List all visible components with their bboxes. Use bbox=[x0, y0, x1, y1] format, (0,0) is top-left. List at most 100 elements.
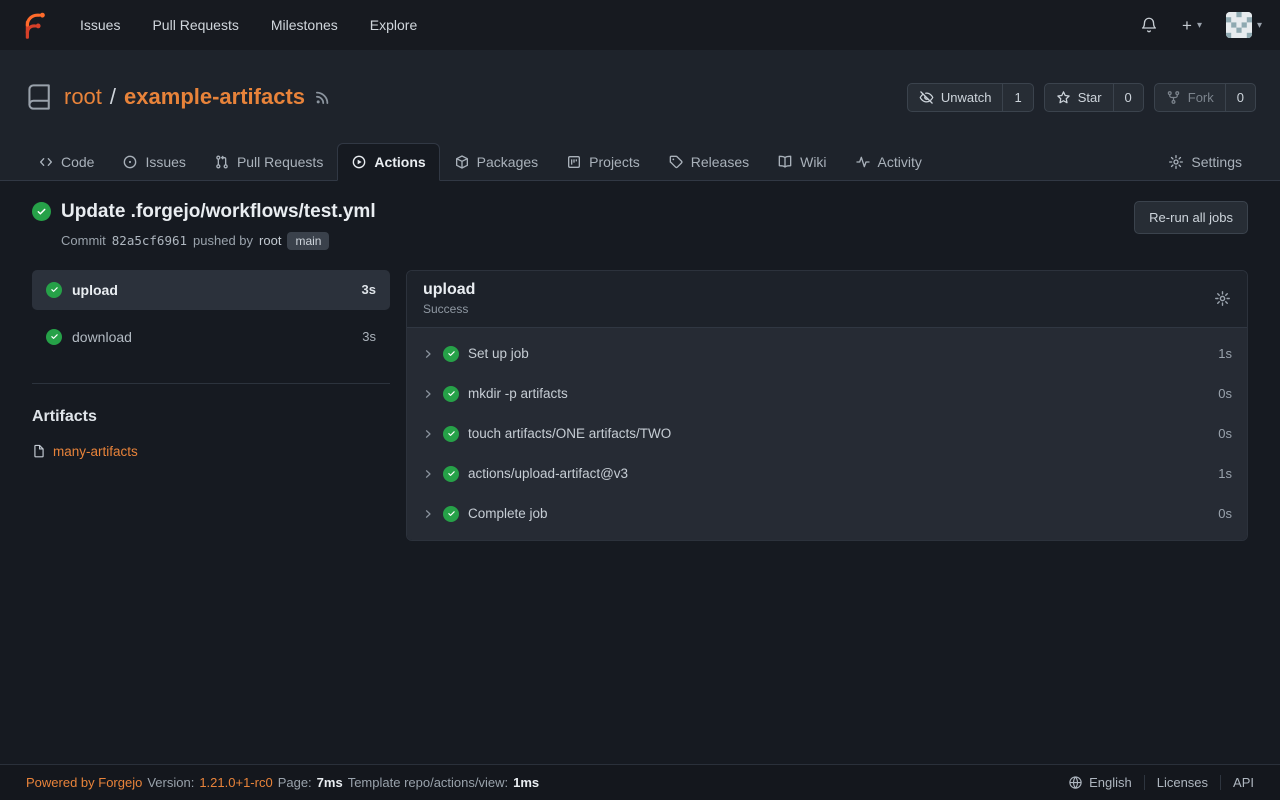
tab-code[interactable]: Code bbox=[24, 143, 108, 181]
chevron-down-icon: ▾ bbox=[1257, 20, 1262, 31]
tab-activity[interactable]: Activity bbox=[841, 143, 936, 181]
step-success-icon bbox=[443, 426, 459, 442]
job-detail-name: upload bbox=[423, 281, 475, 299]
branch-badge[interactable]: main bbox=[287, 232, 329, 250]
actions-run-view: Update .forgejo/workflows/test.yml Commi… bbox=[0, 181, 1280, 765]
step-name: mkdir -p artifacts bbox=[468, 386, 568, 401]
eye-off-icon bbox=[919, 90, 934, 105]
repo-title: root / example-artifacts bbox=[64, 84, 305, 110]
step-name: actions/upload-artifact@v3 bbox=[468, 466, 628, 481]
repo-name-link[interactable]: example-artifacts bbox=[124, 84, 305, 110]
tab-pull-requests[interactable]: Pull Requests bbox=[200, 143, 337, 181]
step-row[interactable]: touch artifacts/ONE artifacts/TWO 0s bbox=[407, 414, 1247, 454]
tab-label: Projects bbox=[589, 154, 640, 170]
step-duration: 0s bbox=[1218, 386, 1232, 401]
star-button[interactable]: Star 0 bbox=[1044, 83, 1144, 112]
play-circle-icon bbox=[351, 154, 367, 170]
forgejo-logo-icon[interactable] bbox=[18, 10, 48, 40]
chevron-right-icon[interactable] bbox=[422, 428, 434, 440]
tab-label: Issues bbox=[145, 154, 185, 170]
top-navbar: Issues Pull Requests Milestones Explore … bbox=[0, 0, 1280, 50]
user-menu[interactable]: ▾ bbox=[1226, 12, 1262, 38]
chevron-right-icon[interactable] bbox=[422, 508, 434, 520]
step-row[interactable]: Complete job 0s bbox=[407, 494, 1247, 534]
pushed-by-label: pushed by bbox=[193, 233, 253, 248]
job-success-icon bbox=[46, 282, 62, 298]
page-time-value: 7ms bbox=[317, 775, 343, 790]
job-name: download bbox=[72, 329, 132, 345]
watch-count[interactable]: 1 bbox=[1002, 84, 1032, 111]
chevron-right-icon[interactable] bbox=[422, 468, 434, 480]
notifications-bell-icon[interactable] bbox=[1140, 16, 1158, 34]
api-link[interactable]: API bbox=[1220, 775, 1254, 790]
star-label: Star bbox=[1078, 90, 1102, 105]
step-row[interactable]: mkdir -p artifacts 0s bbox=[407, 374, 1247, 414]
jobs-sidebar: upload 3s download 3s Artifacts many-art… bbox=[32, 270, 390, 459]
nav-milestones[interactable]: Milestones bbox=[255, 9, 354, 41]
artifact-item[interactable]: many-artifacts bbox=[32, 444, 390, 459]
tab-packages[interactable]: Packages bbox=[440, 143, 552, 181]
pusher-link[interactable]: root bbox=[259, 233, 281, 248]
job-item-download[interactable]: download 3s bbox=[32, 317, 390, 357]
version-label: Version: bbox=[147, 775, 194, 790]
create-new-menu[interactable]: + ▾ bbox=[1182, 17, 1202, 34]
language-selector[interactable]: English bbox=[1056, 775, 1144, 790]
plus-icon: + bbox=[1182, 17, 1192, 34]
step-duration: 0s bbox=[1218, 426, 1232, 441]
tab-issues[interactable]: Issues bbox=[108, 143, 199, 181]
rss-icon[interactable] bbox=[315, 90, 330, 105]
tab-settings[interactable]: Settings bbox=[1154, 143, 1256, 181]
star-count[interactable]: 0 bbox=[1113, 84, 1143, 111]
book-icon bbox=[777, 154, 793, 170]
fork-button[interactable]: Fork 0 bbox=[1154, 83, 1256, 112]
job-detail-panel: upload Success Set up job 1s bbox=[406, 270, 1248, 541]
issue-icon bbox=[122, 154, 138, 170]
step-row[interactable]: Set up job 1s bbox=[407, 334, 1247, 374]
step-success-icon bbox=[443, 466, 459, 482]
step-name: Complete job bbox=[468, 506, 548, 521]
nav-explore[interactable]: Explore bbox=[354, 9, 433, 41]
repo-action-buttons: Unwatch 1 Star 0 bbox=[907, 83, 1256, 112]
tab-projects[interactable]: Projects bbox=[552, 143, 654, 181]
chevron-right-icon[interactable] bbox=[422, 388, 434, 400]
nav-issues[interactable]: Issues bbox=[64, 9, 136, 41]
fork-count[interactable]: 0 bbox=[1225, 84, 1255, 111]
chevron-right-icon[interactable] bbox=[422, 348, 434, 360]
run-title: Update .forgejo/workflows/test.yml bbox=[61, 201, 376, 223]
step-row[interactable]: actions/upload-artifact@v3 1s bbox=[407, 454, 1247, 494]
artifact-download-link[interactable]: many-artifacts bbox=[53, 444, 138, 459]
step-duration: 1s bbox=[1218, 466, 1232, 481]
tab-wiki[interactable]: Wiki bbox=[763, 143, 840, 181]
tab-releases[interactable]: Releases bbox=[654, 143, 763, 181]
job-detail-header: upload Success bbox=[407, 271, 1247, 328]
job-item-upload[interactable]: upload 3s bbox=[32, 270, 390, 310]
step-name: touch artifacts/ONE artifacts/TWO bbox=[468, 426, 671, 441]
job-detail-status: Success bbox=[423, 302, 475, 316]
repo-owner-link[interactable]: root bbox=[64, 84, 102, 110]
job-options-gear-icon[interactable] bbox=[1214, 290, 1231, 307]
powered-by-link[interactable]: Powered by Forgejo bbox=[26, 775, 142, 790]
file-icon bbox=[32, 444, 46, 458]
tab-label: Packages bbox=[477, 154, 538, 170]
rerun-all-jobs-button[interactable]: Re-run all jobs bbox=[1134, 201, 1248, 234]
commit-sha-link[interactable]: 82a5cf6961 bbox=[112, 233, 187, 248]
unwatch-button[interactable]: Unwatch 1 bbox=[907, 83, 1034, 112]
code-icon bbox=[38, 154, 54, 170]
avatar bbox=[1226, 12, 1252, 38]
nav-pull-requests[interactable]: Pull Requests bbox=[136, 9, 254, 41]
tab-label: Activity bbox=[878, 154, 922, 170]
tab-actions[interactable]: Actions bbox=[337, 143, 439, 181]
chevron-down-icon: ▾ bbox=[1197, 20, 1202, 31]
unwatch-label: Unwatch bbox=[941, 90, 992, 105]
step-success-icon bbox=[443, 506, 459, 522]
version-link[interactable]: 1.21.0+1-rc0 bbox=[199, 775, 272, 790]
run-success-icon bbox=[32, 202, 51, 221]
job-success-icon bbox=[46, 329, 62, 345]
pulse-icon bbox=[855, 154, 871, 170]
licenses-link[interactable]: Licenses bbox=[1144, 775, 1220, 790]
step-duration: 0s bbox=[1218, 506, 1232, 521]
job-duration: 3s bbox=[362, 329, 376, 344]
template-time-value: 1ms bbox=[513, 775, 539, 790]
pull-request-icon bbox=[214, 154, 230, 170]
repo-separator: / bbox=[110, 84, 116, 110]
